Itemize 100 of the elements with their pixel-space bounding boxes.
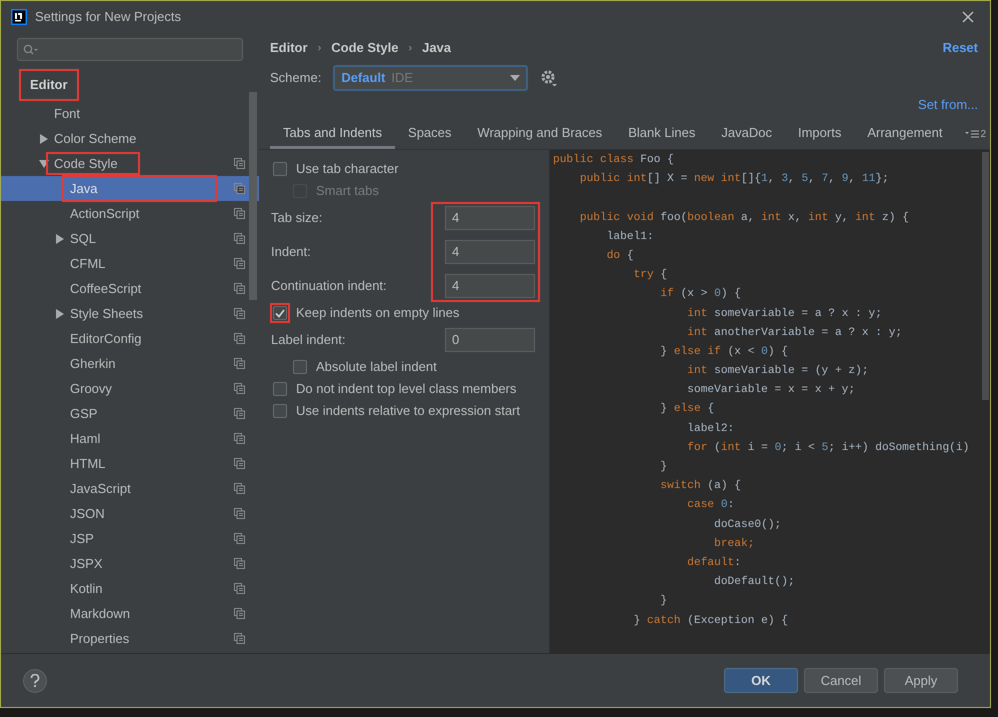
tree-item[interactable]: Color Scheme <box>1 126 259 151</box>
tree-item[interactable]: GSP <box>1 401 259 426</box>
code-line: public class Foo { <box>553 152 675 168</box>
code-line: do { <box>606 248 635 264</box>
tab[interactable]: Arrangement <box>854 119 956 149</box>
checkbox[interactable] <box>273 404 287 418</box>
code-line: int someVariable = (y + z); <box>686 364 870 380</box>
code-line: } <box>659 460 668 475</box>
tree-item[interactable]: CFML <box>1 251 259 276</box>
tree-item[interactable]: JSP <box>1 526 259 551</box>
set-from-link[interactable]: Set from... <box>918 95 978 115</box>
code-line: switch (a) { <box>659 478 742 494</box>
section-header: Editor <box>19 69 79 101</box>
dialog-button[interactable]: Cancel <box>804 668 878 693</box>
breadcrumb-item[interactable]: Java <box>422 38 452 58</box>
code-line: } catch (Exception e) { <box>632 614 790 628</box>
code-line: doCase0(); <box>713 518 782 533</box>
tab[interactable]: Wrapping and Braces <box>464 119 616 149</box>
tab[interactable]: Imports <box>784 119 854 149</box>
tree-item[interactable]: Gherkin <box>1 351 259 376</box>
checkbox-label: Keep indents on empty lines <box>296 304 460 322</box>
tree-item[interactable]: SQL <box>1 226 259 251</box>
checkbox-label: Use indents relative to expression start <box>296 402 520 420</box>
tree-item[interactable]: Code Style <box>1 151 259 176</box>
code-line: label1: <box>606 230 655 245</box>
tree-item[interactable]: Haml <box>1 426 259 451</box>
list-icon <box>965 130 980 138</box>
dialog-button[interactable]: Apply <box>884 668 958 693</box>
code-line: case 0: <box>686 498 736 514</box>
tab[interactable]: Blank Lines <box>615 119 708 149</box>
checkbox[interactable] <box>273 162 287 176</box>
tree-item[interactable]: HTML <box>1 451 259 476</box>
help-button[interactable] <box>23 668 47 692</box>
settings-icon[interactable] <box>540 69 558 87</box>
tabs-overflow-button[interactable]: 2 <box>965 119 986 149</box>
breadcrumb-item[interactable]: Code Style <box>331 38 398 58</box>
number-field[interactable]: 4 <box>445 240 535 264</box>
checkbox-label: Use tab character <box>296 160 399 178</box>
reset-link[interactable]: Reset <box>942 38 978 58</box>
checkbox-label: Smart tabs <box>316 182 379 200</box>
tree-item[interactable]: CoffeeScript <box>1 276 259 301</box>
code-line: if (x > 0) { <box>659 286 742 302</box>
checkbox-label: Do not indent top level class members <box>296 380 516 398</box>
breadcrumb-item[interactable]: Editor <box>270 38 308 58</box>
collapsed-arrow-icon[interactable] <box>55 234 65 244</box>
tree-item[interactable]: Kotlin <box>1 576 259 601</box>
scheme-label: Scheme: <box>270 69 322 88</box>
field-label: Indent: <box>271 243 311 262</box>
window-title: Settings for New Projects <box>35 8 181 26</box>
code-line: try { <box>632 268 668 284</box>
checkbox[interactable] <box>273 306 287 320</box>
tab[interactable]: Spaces <box>395 119 464 149</box>
checkbox[interactable] <box>293 360 307 374</box>
checkmark-icon <box>275 308 285 318</box>
code-line: label2: <box>686 422 736 437</box>
close-icon[interactable] <box>962 10 974 22</box>
tree-item[interactable]: Groovy <box>1 376 259 401</box>
tree-item[interactable]: JSON <box>1 501 259 526</box>
app-logo-icon <box>11 8 27 24</box>
tree-item[interactable]: Font <box>1 101 259 126</box>
tab[interactable]: Tabs and Indents <box>270 119 396 149</box>
code-line: default: <box>686 556 742 571</box>
scrollbar-thumb[interactable] <box>249 92 257 300</box>
number-field[interactable]: 4 <box>445 206 535 230</box>
tree-item[interactable]: JavaScript <box>1 476 259 501</box>
tree-item[interactable]: ActionScript <box>1 201 259 226</box>
tree-item[interactable]: Markdown <box>1 601 259 626</box>
checkbox-label: Absolute label indent <box>316 358 437 376</box>
expanded-arrow-icon[interactable] <box>39 158 49 168</box>
number-field[interactable]: 0 <box>445 328 535 352</box>
field-label: Label indent: <box>271 331 346 350</box>
number-field[interactable]: 4 <box>445 274 535 298</box>
tree-item[interactable]: Java <box>1 176 259 201</box>
checkbox[interactable] <box>273 382 287 396</box>
code-line: for (int i = 0; i < 5; i++) doSomething(i) <box>686 440 970 456</box>
tree-item[interactable]: EditorConfig <box>1 326 259 351</box>
code-line: public int[] X = new int[]{1, 3, 5, 7, 9, 11}; <box>578 172 890 188</box>
code-line: int anotherVariable = a ? x : y; <box>686 326 904 341</box>
code-line: someVariable = x = x + y; <box>686 382 856 398</box>
caret-icon <box>510 75 520 81</box>
breadcrumb-separator: › <box>408 40 412 56</box>
code-line: } <box>659 594 668 610</box>
code-line: } else { <box>659 402 716 418</box>
tree-item[interactable]: JSPX <box>1 551 259 576</box>
code-line: doDefault(); <box>713 574 796 590</box>
tab[interactable]: JavaDoc <box>708 119 785 149</box>
collapsed-arrow-icon[interactable] <box>55 308 65 318</box>
search-field[interactable] <box>17 38 243 61</box>
search-icon <box>23 44 39 56</box>
ok-button[interactable]: OK <box>724 668 798 693</box>
code-line: int someVariable = a ? x : y; <box>686 306 883 322</box>
code-line: } else if (x < 0) { <box>659 344 790 360</box>
collapsed-arrow-icon[interactable] <box>39 134 49 144</box>
field-label: Continuation indent: <box>271 277 387 296</box>
breadcrumb-separator: › <box>318 40 322 56</box>
tree-item[interactable]: Properties <box>1 626 259 651</box>
code-line: public void foo(boolean a, int x, int y, int z) { <box>578 210 910 226</box>
tree-item[interactable]: Style Sheets <box>1 301 259 326</box>
scrollbar-thumb[interactable] <box>982 152 989 400</box>
code-line: break; <box>713 536 756 552</box>
